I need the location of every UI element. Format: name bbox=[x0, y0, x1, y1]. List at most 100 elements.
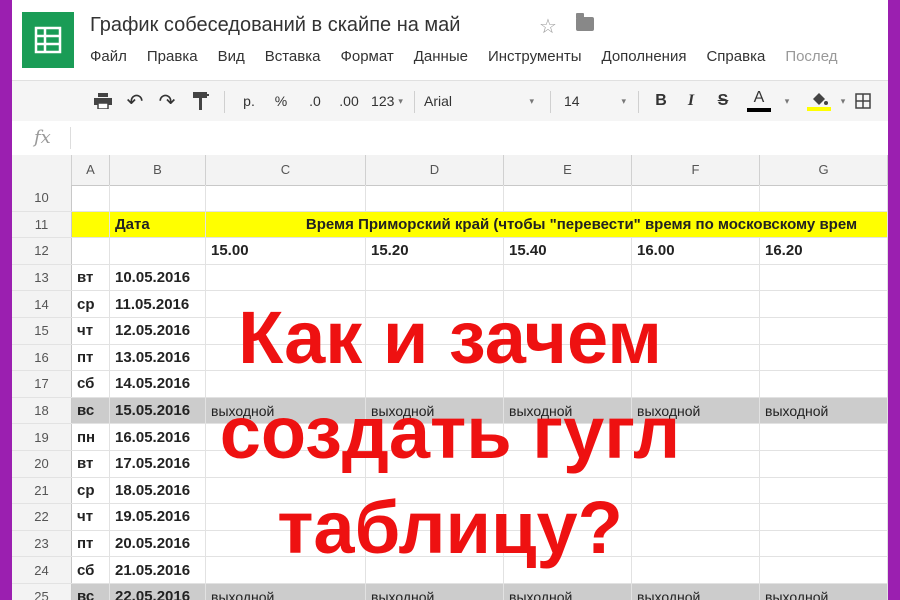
bold-button[interactable]: B bbox=[650, 89, 672, 113]
menu-format[interactable]: Формат bbox=[340, 48, 393, 65]
time-slot-cell[interactable]: 15.20 bbox=[366, 238, 504, 264]
chevron-down-icon[interactable]: ▾ bbox=[838, 89, 848, 113]
cell[interactable] bbox=[632, 264, 760, 291]
column-header-c[interactable]: C bbox=[206, 155, 366, 185]
cell[interactable] bbox=[110, 238, 206, 264]
font-dropdown[interactable]: Arial ▾ bbox=[424, 89, 534, 113]
menu-bar: Файл Правка Вид Вставка Формат Данные Ин… bbox=[90, 48, 837, 65]
header-row: 11 Дата Время Приморский край (чтобы "пере… bbox=[12, 211, 888, 239]
column-header-row: A B C D E F G bbox=[12, 155, 888, 186]
cell[interactable] bbox=[72, 238, 110, 264]
cell[interactable] bbox=[72, 211, 110, 238]
overlay-line-3: таблицу? bbox=[277, 486, 623, 569]
menu-view[interactable]: Вид bbox=[218, 48, 245, 65]
strikethrough-button[interactable]: S bbox=[712, 89, 734, 113]
italic-button[interactable]: I bbox=[680, 89, 702, 113]
currency-format-button[interactable]: р. bbox=[238, 89, 260, 113]
overlay-line-2: создать гугл bbox=[219, 391, 681, 474]
undo-icon[interactable]: ↶ bbox=[124, 89, 146, 113]
menu-addons[interactable]: Дополнения bbox=[602, 48, 687, 65]
column-header-f[interactable]: F bbox=[632, 155, 760, 185]
cell[interactable] bbox=[760, 264, 888, 291]
percent-format-button[interactable]: % bbox=[270, 89, 292, 113]
chevron-down-icon[interactable]: ▾ bbox=[782, 89, 792, 113]
times-row: 12 15.00 15.20 15.40 16.00 16.20 bbox=[12, 238, 888, 265]
redo-icon[interactable]: ↷ bbox=[156, 89, 178, 113]
row-number[interactable]: 25 bbox=[12, 584, 72, 600]
overlay-headline: Как и зачем создать гугл таблицу? bbox=[12, 290, 888, 575]
cell[interactable] bbox=[366, 264, 504, 291]
date-cell[interactable]: 10.05.2016 bbox=[110, 264, 206, 291]
time-slot-cell[interactable]: 16.00 bbox=[632, 238, 760, 264]
borders-icon[interactable] bbox=[852, 89, 874, 113]
cell[interactable] bbox=[366, 185, 504, 211]
menu-edit[interactable]: Правка bbox=[147, 48, 198, 65]
print-icon[interactable] bbox=[92, 89, 114, 113]
font-size-value: 14 bbox=[564, 93, 580, 109]
menu-insert[interactable]: Вставка bbox=[265, 48, 321, 65]
menu-help[interactable]: Справка bbox=[706, 48, 765, 65]
star-icon[interactable]: ☆ bbox=[539, 14, 557, 39]
day-cell[interactable]: вт bbox=[72, 264, 110, 291]
cell[interactable] bbox=[760, 185, 888, 211]
document-title[interactable]: График собеседований в скайпе на май bbox=[90, 14, 460, 37]
time-header-cell[interactable]: Время Приморский край (чтобы "перевести"… bbox=[206, 211, 888, 238]
day-cell[interactable]: вс bbox=[72, 584, 110, 600]
column-header-b[interactable]: B bbox=[110, 155, 206, 185]
select-all-corner[interactable] bbox=[12, 155, 72, 185]
row-number[interactable]: 13 bbox=[12, 264, 72, 291]
date-header-cell[interactable]: Дата bbox=[110, 211, 206, 238]
number-format-label: 123 bbox=[371, 93, 395, 109]
number-format-dropdown[interactable]: 123 ▾ bbox=[366, 89, 408, 113]
time-slot-cell[interactable]: 16.20 bbox=[760, 238, 888, 264]
column-header-e[interactable]: E bbox=[504, 155, 632, 185]
date-cell[interactable]: 22.05.2016 bbox=[110, 584, 206, 600]
day-off-cell[interactable]: выходной bbox=[504, 584, 632, 600]
day-off-cell[interactable]: выходной bbox=[632, 584, 760, 600]
sheets-logo-icon[interactable] bbox=[22, 12, 74, 68]
menu-tools[interactable]: Инструменты bbox=[488, 48, 582, 65]
fill-color-swatch bbox=[807, 106, 831, 111]
row-number[interactable]: 10 bbox=[12, 185, 72, 211]
overlay-line-1: Как и зачем bbox=[238, 296, 662, 379]
column-header-d[interactable]: D bbox=[366, 155, 504, 185]
cell[interactable] bbox=[504, 185, 632, 211]
table-row: 13 вт 10.05.2016 bbox=[12, 264, 888, 292]
table-row: 10 bbox=[12, 185, 888, 212]
day-off-cell[interactable]: выходной bbox=[760, 584, 888, 600]
cell[interactable] bbox=[72, 185, 110, 211]
row-number[interactable]: 11 bbox=[12, 211, 72, 238]
paint-format-icon[interactable] bbox=[190, 89, 212, 113]
font-size-dropdown[interactable]: 14 ▾ bbox=[564, 89, 626, 113]
folder-icon[interactable] bbox=[576, 13, 594, 31]
font-name: Arial bbox=[424, 93, 453, 109]
cell[interactable] bbox=[632, 185, 760, 211]
fill-color-icon[interactable] bbox=[804, 89, 834, 113]
cell[interactable] bbox=[206, 264, 366, 291]
time-slot-cell[interactable]: 15.40 bbox=[504, 238, 632, 264]
column-header-g[interactable]: G bbox=[760, 155, 888, 185]
text-color-swatch bbox=[747, 108, 771, 112]
time-slot-cell[interactable]: 15.00 bbox=[206, 238, 366, 264]
day-off-cell[interactable]: выходной bbox=[366, 584, 504, 600]
cell[interactable] bbox=[206, 185, 366, 211]
decrease-decimal-button[interactable]: .0 bbox=[302, 89, 328, 113]
toolbar: ↶ ↷ р. % .0 .00 123 ▾ Arial ▾ 14 ▾ B I S… bbox=[12, 80, 888, 122]
increase-decimal-button[interactable]: .00 bbox=[334, 89, 364, 113]
text-color-label: A bbox=[753, 89, 765, 106]
fx-icon: fx bbox=[34, 127, 51, 148]
chevron-down-icon: ▾ bbox=[398, 95, 403, 106]
formula-bar[interactable]: fx bbox=[12, 121, 888, 156]
chevron-down-icon: ▾ bbox=[621, 95, 626, 106]
cell[interactable] bbox=[110, 185, 206, 211]
row-number[interactable]: 12 bbox=[12, 238, 72, 264]
column-header-a[interactable]: A bbox=[72, 155, 110, 185]
text-color-button[interactable]: A bbox=[744, 89, 774, 113]
last-edit-link[interactable]: Послед bbox=[785, 48, 837, 65]
spreadsheet-window: График собеседований в скайпе на май ☆ Ф… bbox=[12, 0, 888, 600]
table-row: 25 вс 22.05.2016 выходной выходной выходной вы… bbox=[12, 584, 888, 600]
menu-file[interactable]: Файл bbox=[90, 48, 127, 65]
cell[interactable] bbox=[504, 264, 632, 291]
day-off-cell[interactable]: выходной bbox=[206, 584, 366, 600]
menu-data[interactable]: Данные bbox=[414, 48, 468, 65]
